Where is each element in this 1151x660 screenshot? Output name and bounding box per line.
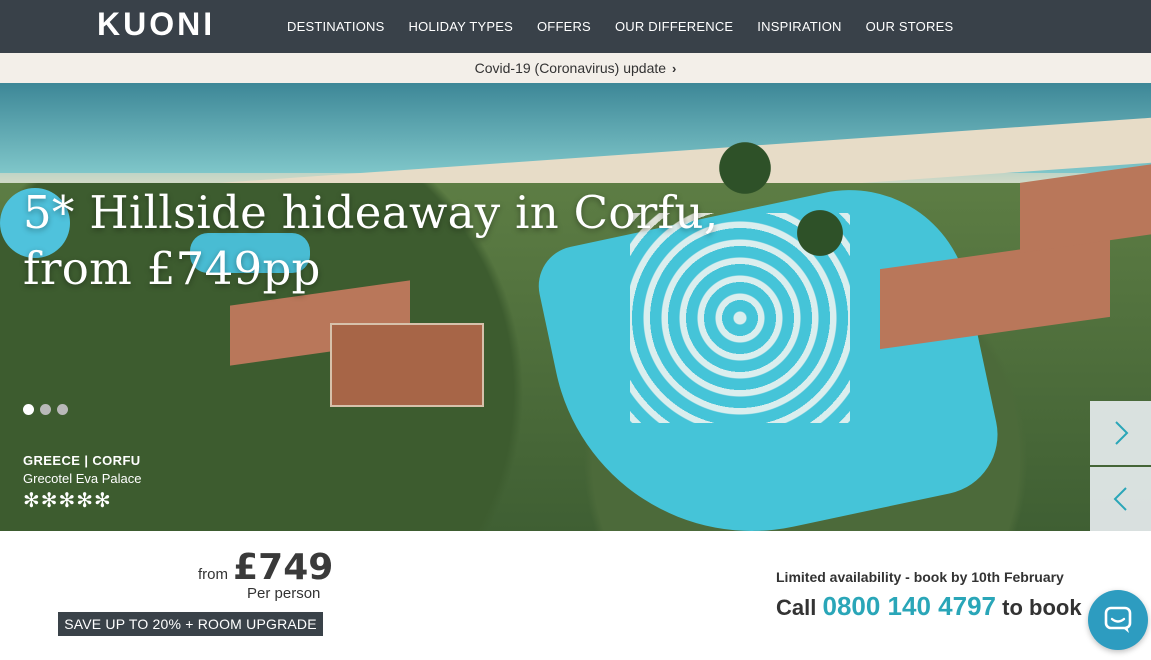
carousel-dot-1[interactable]: [23, 404, 34, 415]
save-offer-badge: SAVE UP TO 20% + ROOM UPGRADE: [58, 612, 323, 636]
hero-photo-palm: [780, 193, 860, 273]
nav-offers[interactable]: OFFERS: [537, 19, 591, 34]
phone-number-link[interactable]: 0800 140 4797: [822, 591, 996, 621]
live-chat-button[interactable]: [1088, 590, 1148, 650]
per-person-label: Per person: [247, 585, 321, 602]
carousel-prev-button[interactable]: [1090, 467, 1151, 531]
nav-our-stores[interactable]: OUR STORES: [866, 19, 954, 34]
price-line: from £749: [198, 547, 333, 588]
top-navigation: KUONI DESTINATIONS HOLIDAY TYPES OFFERS …: [0, 0, 1151, 53]
offer-panel: from £749 Per person SAVE UP TO 20% + RO…: [0, 531, 1151, 660]
carousel-next-button[interactable]: [1090, 401, 1151, 465]
main-menu: DESTINATIONS HOLIDAY TYPES OFFERS OUR DI…: [287, 0, 977, 53]
covid-update-link[interactable]: Covid-19 (Coronavirus) update: [475, 60, 666, 76]
nav-inspiration[interactable]: INSPIRATION: [757, 19, 841, 34]
covid-update-banner[interactable]: Covid-19 (Coronavirus) update ›: [0, 53, 1151, 83]
nav-holiday-types[interactable]: HOLIDAY TYPES: [409, 19, 513, 34]
hero-headline-line1: 5* Hillside hideaway in Corfu,: [23, 186, 719, 239]
hero-photo-villa: [330, 323, 484, 407]
chevron-right-icon: ›: [672, 60, 677, 76]
location-label: GREECE | CORFU: [23, 453, 141, 468]
chevron-right-icon: [1114, 421, 1128, 445]
call-prefix: Call: [776, 595, 817, 620]
star-rating: ✻✻✻✻✻: [23, 488, 112, 512]
call-to-book: Call 0800 140 4797 to book: [776, 591, 1082, 622]
from-label: from: [198, 566, 228, 583]
availability-notice: Limited availability - book by 10th Febr…: [776, 569, 1064, 585]
carousel-dot-3[interactable]: [57, 404, 68, 415]
price-value: £749: [233, 547, 334, 588]
hotel-info: GREECE | CORFU Grecotel Eva Palace ✻✻✻✻✻: [23, 453, 142, 512]
call-suffix: to book: [1002, 595, 1082, 620]
nav-our-difference[interactable]: OUR DIFFERENCE: [615, 19, 733, 34]
chevron-left-icon: [1113, 487, 1127, 511]
carousel-indicators: [23, 404, 74, 415]
carousel-dot-2[interactable]: [40, 404, 51, 415]
kuoni-logo[interactable]: KUONI: [97, 8, 215, 40]
nav-destinations[interactable]: DESTINATIONS: [287, 19, 385, 34]
hotel-name[interactable]: Grecotel Eva Palace: [23, 471, 142, 486]
hero-headline: 5* Hillside hideaway in Corfu, from £749…: [23, 185, 718, 297]
hero-carousel: 5* Hillside hideaway in Corfu, from £749…: [0, 83, 1151, 531]
chat-bubble-icon: [1104, 606, 1132, 633]
hero-headline-line2: from £749pp: [23, 242, 321, 295]
